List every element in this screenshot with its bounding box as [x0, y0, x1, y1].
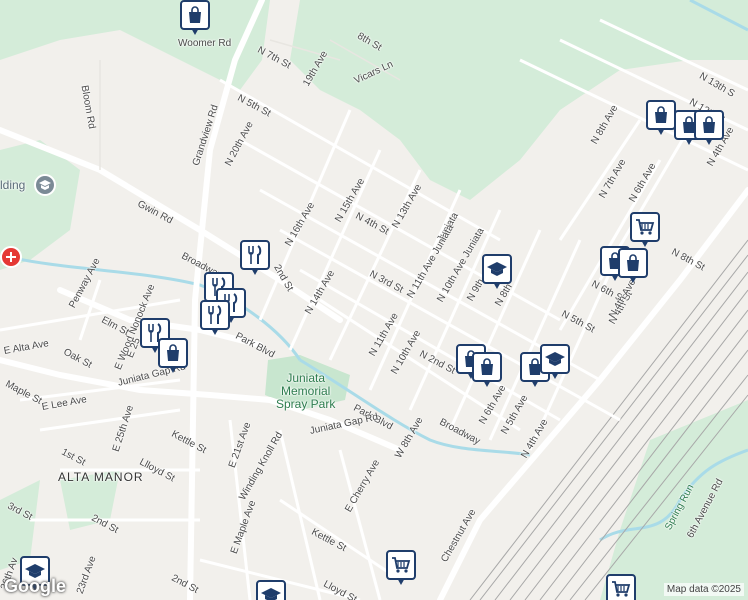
- shopping-bag-marker[interactable]: [694, 110, 724, 146]
- map-data-credit: Map data ©2025: [663, 583, 744, 596]
- marker-pointer: [211, 328, 219, 335]
- shopping-bag-icon: [618, 248, 648, 278]
- shopping-bag-marker[interactable]: [158, 338, 188, 374]
- google-logo: Google: [4, 576, 66, 596]
- map-canvas[interactable]: Woomer Rd N 7th St 8th St 19th Ave Vicar…: [0, 0, 748, 600]
- shopping-bag-icon: [180, 0, 210, 30]
- marker-pointer: [483, 380, 491, 387]
- restaurant-marker[interactable]: [240, 240, 270, 276]
- restaurant-icon: [240, 240, 270, 270]
- shopping-bag-marker[interactable]: [646, 100, 676, 136]
- marker-pointer: [531, 380, 539, 387]
- park-label-line: Spray Park: [276, 397, 336, 411]
- restaurant-icon: [200, 300, 230, 330]
- school-icon: [482, 254, 512, 284]
- marker-pointer: [705, 138, 713, 145]
- marker-pointer: [493, 282, 501, 289]
- marker-pointer: [657, 128, 665, 135]
- shopping-bag-icon: [646, 100, 676, 130]
- shopping-bag-icon: [694, 110, 724, 140]
- marker-pointer: [551, 372, 559, 379]
- street-label: Woomer Rd: [178, 38, 232, 49]
- hospital-icon[interactable]: [0, 246, 22, 268]
- shopping-bag-icon: [158, 338, 188, 368]
- marker-pointer: [191, 28, 199, 35]
- grocery-cart-marker[interactable]: [606, 574, 636, 600]
- school-icon: [256, 580, 286, 600]
- marker-pointer: [641, 240, 649, 247]
- shopping-bag-icon: [472, 352, 502, 382]
- marker-pointer: [685, 138, 693, 145]
- marker-pointer: [169, 366, 177, 373]
- marker-pointer: [397, 578, 405, 585]
- grocery-cart-icon: [606, 574, 636, 600]
- restaurant-marker[interactable]: [200, 300, 230, 336]
- shopping-bag-marker[interactable]: [618, 248, 648, 284]
- place-label: ALTA MANOR: [58, 470, 144, 484]
- grocery-cart-icon: [630, 212, 660, 242]
- grocery-cart-icon: [386, 550, 416, 580]
- grocery-cart-marker[interactable]: [386, 550, 416, 586]
- school-icon: [540, 344, 570, 374]
- grocery-cart-marker[interactable]: [630, 212, 660, 248]
- marker-pointer: [251, 268, 259, 275]
- school-marker[interactable]: [540, 344, 570, 380]
- shopping-bag-marker[interactable]: [472, 352, 502, 388]
- park-label: Juniata Memorial Spray Park: [276, 372, 335, 411]
- shopping-bag-marker[interactable]: [180, 0, 210, 36]
- marker-pointer: [629, 276, 637, 283]
- school-marker[interactable]: [482, 254, 512, 290]
- school-poi-icon[interactable]: [34, 174, 56, 196]
- school-marker[interactable]: [256, 580, 286, 600]
- building-label: lding: [0, 178, 26, 192]
- map-base-layer: [0, 0, 748, 600]
